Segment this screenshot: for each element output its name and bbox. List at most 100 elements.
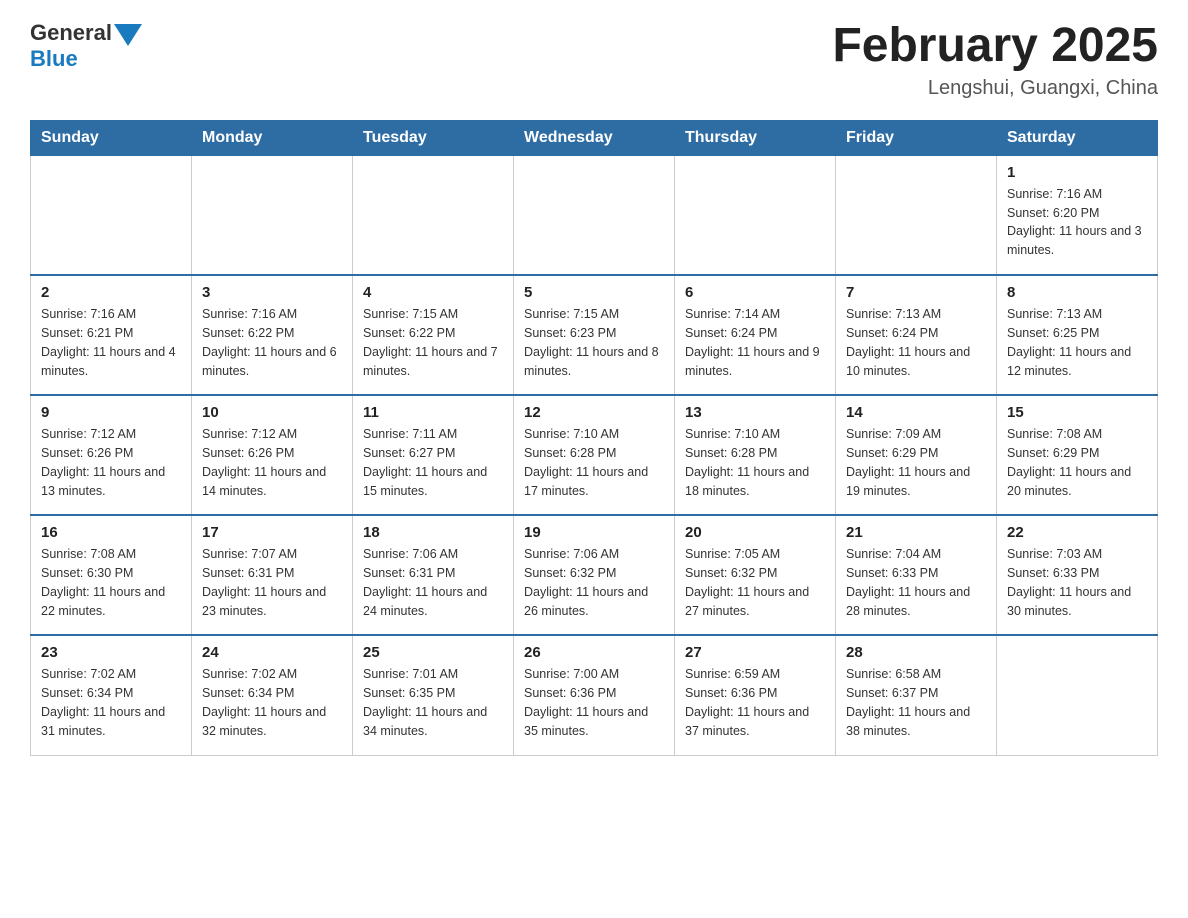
day-cell: 10Sunrise: 7:12 AM Sunset: 6:26 PM Dayli…: [192, 395, 353, 515]
day-info: Sunrise: 7:02 AM Sunset: 6:34 PM Dayligh…: [41, 665, 181, 740]
day-cell: [31, 155, 192, 275]
calendar-header-row: SundayMondayTuesdayWednesdayThursdayFrid…: [31, 120, 1158, 155]
day-cell: [514, 155, 675, 275]
day-info: Sunrise: 7:16 AM Sunset: 6:22 PM Dayligh…: [202, 305, 342, 380]
day-number: 23: [41, 644, 181, 661]
day-number: 15: [1007, 404, 1147, 421]
day-cell: 14 Sunrise: 7:09 AM Sunset: 6:29 PM Dayli…: [836, 395, 997, 515]
day-cell: 8 Sunrise: 7:13 AM Sunset: 6:25 PM Daylig…: [997, 275, 1158, 395]
day-cell: 13 Sunrise: 7:10 AM Sunset: 6:28 PM Dayli…: [675, 395, 836, 515]
day-info: Sunrise: 7:12 AM Sunset: 6:26 PM Dayligh…: [41, 425, 181, 500]
day-number: 12: [524, 404, 664, 421]
day-number: 22: [1007, 524, 1147, 541]
page-header: General Blue February 2025 Lengshui, Gua…: [30, 20, 1158, 100]
col-header-saturday: Saturday: [997, 120, 1158, 155]
day-cell: [353, 155, 514, 275]
day-cell: 22 Sunrise: 7:03 AM Sunset: 6:33 PM Dayli…: [997, 515, 1158, 635]
day-info: Sunrise: 7:00 AM Sunset: 6:36 PM Dayligh…: [524, 665, 664, 740]
day-number: 14: [846, 404, 986, 421]
day-number: 16: [41, 524, 181, 541]
day-info: Sunrise: 7:15 AM Sunset: 6:23 PM Dayligh…: [524, 305, 664, 380]
col-header-sunday: Sunday: [31, 120, 192, 155]
day-cell: 11Sunrise: 7:11 AM Sunset: 6:27 PM Dayli…: [353, 395, 514, 515]
col-header-thursday: Thursday: [675, 120, 836, 155]
day-info: Sunrise: 6:58 AM Sunset: 6:37 PM Dayligh…: [846, 665, 986, 740]
week-row-2: 2Sunrise: 7:16 AM Sunset: 6:21 PM Daylig…: [31, 275, 1158, 395]
day-number: 11: [363, 404, 503, 421]
day-cell: 6 Sunrise: 7:14 AM Sunset: 6:24 PM Daylig…: [675, 275, 836, 395]
day-cell: 23 Sunrise: 7:02 AM Sunset: 6:34 PM Dayli…: [31, 635, 192, 755]
day-number: 26: [524, 644, 664, 661]
calendar-title: February 2025: [832, 20, 1158, 73]
day-number: 17: [202, 524, 342, 541]
day-number: 5: [524, 284, 664, 301]
day-cell: 15 Sunrise: 7:08 AM Sunset: 6:29 PM Dayli…: [997, 395, 1158, 515]
day-cell: 7 Sunrise: 7:13 AM Sunset: 6:24 PM Daylig…: [836, 275, 997, 395]
day-number: 1: [1007, 164, 1147, 181]
day-info: Sunrise: 7:13 AM Sunset: 6:24 PM Dayligh…: [846, 305, 986, 380]
week-row-1: 1 Sunrise: 7:16 AM Sunset: 6:20 PM Daylig…: [31, 155, 1158, 275]
day-number: 20: [685, 524, 825, 541]
logo-blue-text: Blue: [30, 46, 78, 72]
day-info: Sunrise: 7:01 AM Sunset: 6:35 PM Dayligh…: [363, 665, 503, 740]
logo-triangle-icon: [114, 24, 142, 46]
day-cell: [675, 155, 836, 275]
day-number: 3: [202, 284, 342, 301]
day-info: Sunrise: 7:12 AM Sunset: 6:26 PM Dayligh…: [202, 425, 342, 500]
day-cell: 17 Sunrise: 7:07 AM Sunset: 6:31 PM Dayli…: [192, 515, 353, 635]
day-number: 8: [1007, 284, 1147, 301]
day-info: Sunrise: 6:59 AM Sunset: 6:36 PM Dayligh…: [685, 665, 825, 740]
day-cell: 20 Sunrise: 7:05 AM Sunset: 6:32 PM Dayli…: [675, 515, 836, 635]
day-number: 9: [41, 404, 181, 421]
day-number: 6: [685, 284, 825, 301]
day-info: Sunrise: 7:13 AM Sunset: 6:25 PM Dayligh…: [1007, 305, 1147, 380]
day-cell: 27Sunrise: 6:59 AM Sunset: 6:36 PM Dayli…: [675, 635, 836, 755]
day-info: Sunrise: 7:10 AM Sunset: 6:28 PM Dayligh…: [524, 425, 664, 500]
day-info: Sunrise: 7:07 AM Sunset: 6:31 PM Dayligh…: [202, 545, 342, 620]
day-info: Sunrise: 7:16 AM Sunset: 6:20 PM Dayligh…: [1007, 185, 1147, 260]
day-number: 19: [524, 524, 664, 541]
day-cell: 5 Sunrise: 7:15 AM Sunset: 6:23 PM Daylig…: [514, 275, 675, 395]
day-number: 25: [363, 644, 503, 661]
day-cell: 26 Sunrise: 7:00 AM Sunset: 6:36 PM Dayli…: [514, 635, 675, 755]
day-info: Sunrise: 7:15 AM Sunset: 6:22 PM Dayligh…: [363, 305, 503, 380]
day-number: 7: [846, 284, 986, 301]
col-header-friday: Friday: [836, 120, 997, 155]
day-info: Sunrise: 7:06 AM Sunset: 6:31 PM Dayligh…: [363, 545, 503, 620]
day-cell: 19 Sunrise: 7:06 AM Sunset: 6:32 PM Dayli…: [514, 515, 675, 635]
day-number: 4: [363, 284, 503, 301]
calendar-subtitle: Lengshui, Guangxi, China: [832, 77, 1158, 100]
week-row-5: 23 Sunrise: 7:02 AM Sunset: 6:34 PM Dayli…: [31, 635, 1158, 755]
day-info: Sunrise: 7:08 AM Sunset: 6:29 PM Dayligh…: [1007, 425, 1147, 500]
calendar-title-block: February 2025 Lengshui, Guangxi, China: [832, 20, 1158, 100]
day-cell: 2Sunrise: 7:16 AM Sunset: 6:21 PM Daylig…: [31, 275, 192, 395]
day-info: Sunrise: 7:05 AM Sunset: 6:32 PM Dayligh…: [685, 545, 825, 620]
day-number: 28: [846, 644, 986, 661]
day-cell: [836, 155, 997, 275]
col-header-monday: Monday: [192, 120, 353, 155]
calendar-table: SundayMondayTuesdayWednesdayThursdayFrid…: [30, 120, 1158, 756]
day-info: Sunrise: 7:10 AM Sunset: 6:28 PM Dayligh…: [685, 425, 825, 500]
day-cell: 9 Sunrise: 7:12 AM Sunset: 6:26 PM Daylig…: [31, 395, 192, 515]
week-row-3: 9 Sunrise: 7:12 AM Sunset: 6:26 PM Daylig…: [31, 395, 1158, 515]
day-number: 13: [685, 404, 825, 421]
day-info: Sunrise: 7:14 AM Sunset: 6:24 PM Dayligh…: [685, 305, 825, 380]
day-cell: 25 Sunrise: 7:01 AM Sunset: 6:35 PM Dayli…: [353, 635, 514, 755]
day-info: Sunrise: 7:06 AM Sunset: 6:32 PM Dayligh…: [524, 545, 664, 620]
day-info: Sunrise: 7:02 AM Sunset: 6:34 PM Dayligh…: [202, 665, 342, 740]
day-info: Sunrise: 7:04 AM Sunset: 6:33 PM Dayligh…: [846, 545, 986, 620]
day-cell: 1 Sunrise: 7:16 AM Sunset: 6:20 PM Daylig…: [997, 155, 1158, 275]
day-cell: 18Sunrise: 7:06 AM Sunset: 6:31 PM Dayli…: [353, 515, 514, 635]
day-info: Sunrise: 7:08 AM Sunset: 6:30 PM Dayligh…: [41, 545, 181, 620]
day-cell: 24 Sunrise: 7:02 AM Sunset: 6:34 PM Dayli…: [192, 635, 353, 755]
day-info: Sunrise: 7:03 AM Sunset: 6:33 PM Dayligh…: [1007, 545, 1147, 620]
logo-general-text: General: [30, 20, 112, 46]
day-cell: [192, 155, 353, 275]
week-row-4: 16 Sunrise: 7:08 AM Sunset: 6:30 PM Dayli…: [31, 515, 1158, 635]
day-cell: 28 Sunrise: 6:58 AM Sunset: 6:37 PM Dayli…: [836, 635, 997, 755]
day-cell: [997, 635, 1158, 755]
day-number: 24: [202, 644, 342, 661]
day-info: Sunrise: 7:09 AM Sunset: 6:29 PM Dayligh…: [846, 425, 986, 500]
day-cell: 12 Sunrise: 7:10 AM Sunset: 6:28 PM Dayli…: [514, 395, 675, 515]
logo: General Blue: [30, 20, 142, 72]
